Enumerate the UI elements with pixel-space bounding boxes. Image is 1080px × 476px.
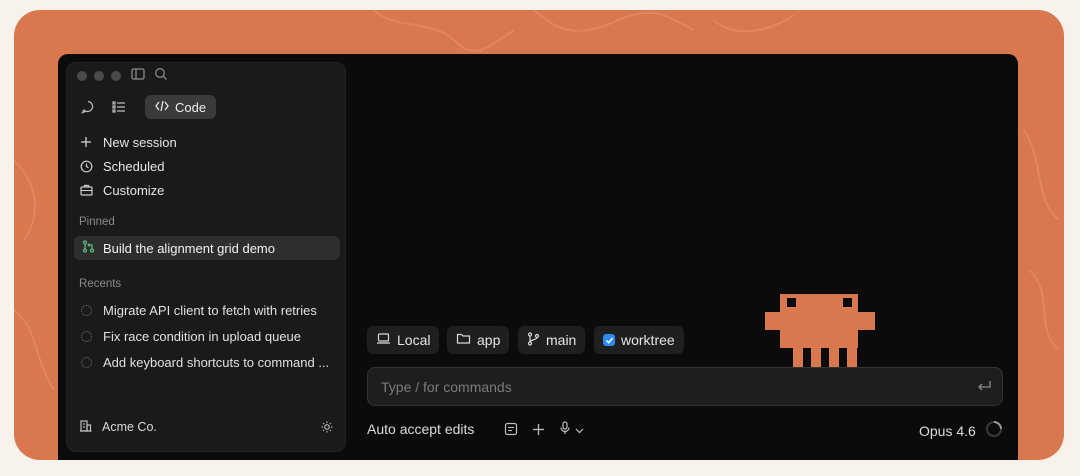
- chat-tab-icon[interactable]: [77, 96, 99, 118]
- pinned-heading: Pinned: [79, 216, 115, 228]
- plus-icon: [79, 136, 93, 148]
- zoom-dot[interactable]: [111, 71, 121, 81]
- folder-chip[interactable]: app: [447, 326, 510, 354]
- mascot-graphic: [765, 294, 875, 368]
- code-brackets-icon: [155, 100, 169, 115]
- branch-label: main: [546, 332, 577, 348]
- folder-icon: [456, 332, 471, 348]
- recent-item-label: Add keyboard shortcuts to command ...: [103, 354, 330, 370]
- progress-ring-icon: [985, 418, 1003, 440]
- model-selector[interactable]: Opus 4.6: [919, 420, 976, 442]
- backdrop-frame: Code New session Scheduled Customize Pin…: [14, 10, 1064, 460]
- window-controls: [77, 71, 121, 81]
- notes-icon[interactable]: [504, 418, 518, 440]
- org-name: Acme Co.: [102, 420, 157, 434]
- worktree-checkbox[interactable]: [603, 334, 615, 346]
- code-tab[interactable]: Code: [145, 95, 217, 119]
- sidebar: Code New session Scheduled Customize Pin…: [66, 62, 346, 452]
- loading-spinner-icon: [81, 356, 92, 368]
- mode-selector[interactable]: Auto accept edits: [367, 418, 474, 440]
- location-chip[interactable]: Local: [367, 326, 440, 354]
- recent-item[interactable]: Add keyboard shortcuts to command ...: [81, 351, 329, 373]
- nav-scheduled[interactable]: Scheduled: [79, 155, 164, 177]
- sidebar-toggle-icon[interactable]: [131, 67, 145, 86]
- command-input[interactable]: [381, 378, 941, 395]
- building-icon: [79, 419, 92, 435]
- model-label: Opus 4.6: [919, 423, 976, 439]
- org-switcher[interactable]: Acme Co.: [79, 419, 157, 435]
- nav-label: New session: [103, 134, 177, 150]
- location-label: Local: [397, 332, 431, 348]
- code-tab-label: Code: [175, 99, 207, 115]
- worktree-chip[interactable]: worktree: [594, 326, 684, 354]
- minimize-dot[interactable]: [94, 71, 104, 81]
- nav-label: Scheduled: [103, 158, 165, 174]
- search-icon[interactable]: [154, 67, 168, 86]
- tasks-tab-icon[interactable]: [108, 96, 130, 118]
- nav-new-session[interactable]: New session: [79, 131, 177, 153]
- loading-spinner-icon: [81, 304, 92, 316]
- laptop-icon: [376, 332, 391, 348]
- pinned-session[interactable]: Build the alignment grid demo: [74, 236, 340, 260]
- pinned-session-label: Build the alignment grid demo: [103, 240, 275, 256]
- git-branch-icon: [527, 331, 540, 349]
- loading-spinner-icon: [81, 330, 92, 342]
- git-pull-request-icon: [82, 240, 95, 256]
- recent-item[interactable]: Migrate API client to fetch with retries: [81, 299, 317, 321]
- microphone-icon: [559, 420, 571, 438]
- nav-customize[interactable]: Customize: [79, 179, 164, 201]
- app-window: Code New session Scheduled Customize Pin…: [58, 54, 1018, 460]
- sun-icon[interactable]: [321, 420, 333, 438]
- branch-chip[interactable]: main: [518, 326, 586, 354]
- recent-item-label: Fix race condition in upload queue: [103, 328, 302, 344]
- briefcase-icon: [79, 184, 93, 196]
- recents-heading: Recents: [79, 278, 122, 290]
- mode-label: Auto accept edits: [367, 421, 475, 437]
- close-dot[interactable]: [77, 71, 87, 81]
- add-icon[interactable]: [532, 418, 545, 440]
- folder-label: app: [477, 332, 501, 348]
- enter-icon[interactable]: [977, 379, 992, 398]
- chevron-down-icon: [575, 421, 584, 437]
- microphone-dropdown[interactable]: [559, 418, 584, 440]
- recent-item-label: Migrate API client to fetch with retries: [103, 302, 317, 318]
- recent-item[interactable]: Fix race condition in upload queue: [81, 325, 301, 347]
- command-input-box[interactable]: [367, 367, 1003, 406]
- worktree-label: worktree: [621, 332, 675, 348]
- clock-icon: [79, 160, 93, 173]
- nav-label: Customize: [103, 182, 165, 198]
